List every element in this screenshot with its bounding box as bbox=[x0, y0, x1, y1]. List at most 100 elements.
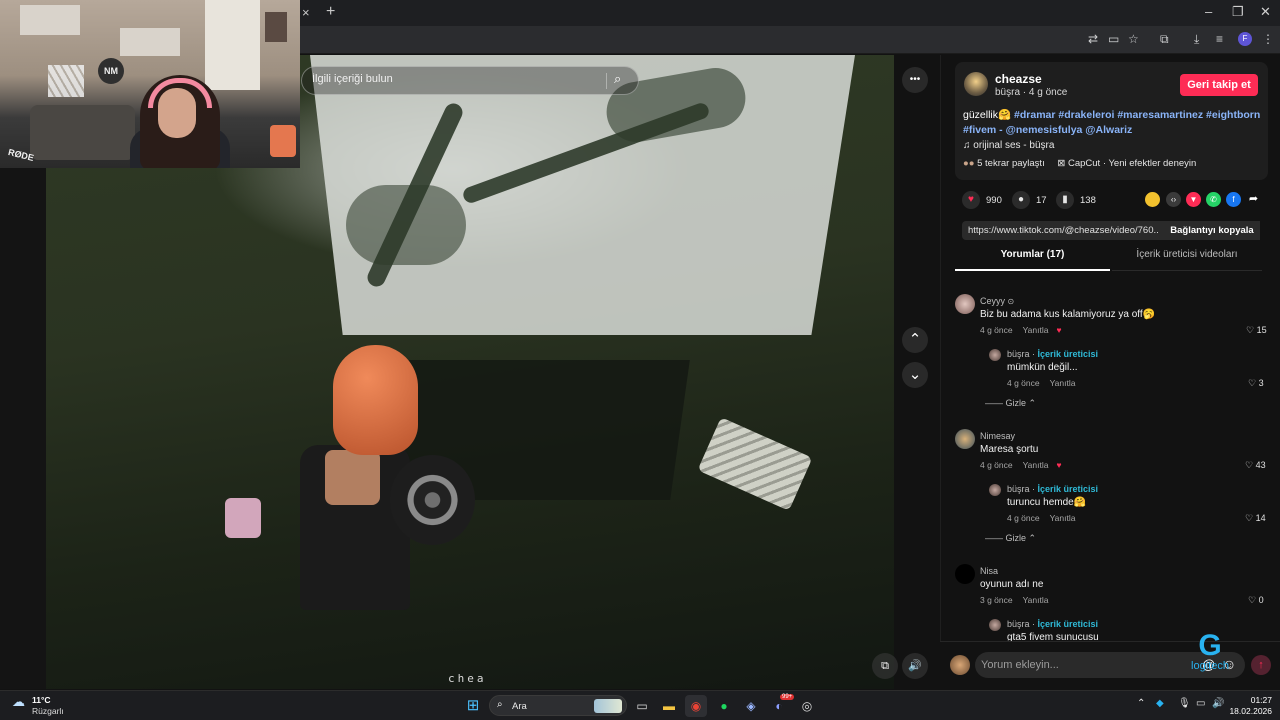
comment-username[interactable]: Ceyyy ⊙ bbox=[980, 296, 1014, 306]
clock-time[interactable]: 01:27 bbox=[1236, 695, 1272, 705]
copy-link-button[interactable]: Bağlantıyı kopyala bbox=[1164, 221, 1260, 240]
share-arrow-icon[interactable]: ➦ bbox=[1246, 192, 1261, 207]
star-icon[interactable]: ☆ bbox=[1128, 32, 1139, 46]
download-icon[interactable]: ⤓ bbox=[1194, 32, 1199, 47]
reposts-row: ●● 5 tekrar paylaştı ⊠ CapCut · Yeni efe… bbox=[963, 158, 1196, 169]
reply-button[interactable]: Yanıtla bbox=[1023, 460, 1049, 470]
search-icon[interactable]: ⌕ bbox=[614, 71, 621, 87]
comment-avatar[interactable] bbox=[955, 429, 975, 449]
comment-like[interactable]: ♡ 0 bbox=[1248, 595, 1264, 606]
comment-like[interactable]: ♡ 43 bbox=[1245, 460, 1266, 471]
heart-outline-icon[interactable]: ♡ bbox=[1246, 325, 1254, 335]
video-link-url[interactable]: https://www.tiktok.com/@cheazse/video/76… bbox=[968, 225, 1158, 236]
next-video-button[interactable]: ⌄ bbox=[902, 362, 928, 388]
hide-replies-button[interactable]: —— Gizle ⌃ bbox=[985, 533, 1036, 544]
clock-date[interactable]: 18.02.2026 bbox=[1226, 706, 1272, 716]
related-search-input[interactable] bbox=[312, 73, 602, 85]
tab-comments[interactable]: Yorumlar (17) bbox=[955, 249, 1110, 271]
music-label[interactable]: orijinal ses - büşra bbox=[973, 140, 1054, 151]
heart-outline-icon[interactable]: ♡ bbox=[1248, 595, 1256, 605]
reply-button[interactable]: Yanıtla bbox=[1023, 595, 1049, 605]
coin-share-icon[interactable] bbox=[1145, 192, 1160, 207]
cast-icon[interactable]: ▭ bbox=[1108, 32, 1119, 46]
comment-count: 17 bbox=[1036, 194, 1047, 206]
file-explorer-icon[interactable]: ▬ bbox=[658, 695, 680, 717]
save-count: 138 bbox=[1080, 194, 1096, 206]
maximize-button[interactable]: ❐ bbox=[1232, 4, 1244, 20]
video-scene-branch bbox=[346, 185, 466, 265]
repost-share-icon[interactable]: ▼ bbox=[1186, 192, 1201, 207]
video-scene-pot bbox=[390, 455, 475, 545]
start-button[interactable]: ⊞ bbox=[462, 695, 484, 717]
reply-username[interactable]: büşra · İçerik üreticisi bbox=[1007, 349, 1098, 359]
comment-username[interactable]: Nisa bbox=[980, 566, 998, 576]
author-avatar[interactable] bbox=[964, 72, 988, 96]
comment-like[interactable]: ♡ 15 bbox=[1246, 325, 1267, 336]
comment-avatar[interactable] bbox=[955, 564, 975, 584]
reply-button[interactable]: Yanıtla bbox=[1023, 325, 1049, 335]
spotify-icon[interactable]: ● bbox=[713, 695, 735, 717]
reposts-label[interactable]: 5 tekrar paylaştı bbox=[977, 158, 1045, 169]
tab-creator-videos[interactable]: İçerik üreticisi videoları bbox=[1112, 249, 1262, 271]
comment-icon[interactable]: ● bbox=[1012, 191, 1030, 209]
whatsapp-icon[interactable]: ✆ bbox=[1206, 192, 1221, 207]
like-stat[interactable]: ♥ 990 bbox=[962, 191, 1002, 209]
send-comment-button[interactable]: ↑ bbox=[1251, 655, 1271, 675]
volume-icon[interactable]: 🔊 bbox=[902, 653, 928, 679]
close-tab-icon[interactable]: × bbox=[302, 5, 310, 20]
browser-menu-icon[interactable]: ⋮ bbox=[1262, 32, 1274, 46]
microphone-icon[interactable]: 🎙 bbox=[1178, 698, 1191, 709]
weather-temp[interactable]: 11°C bbox=[32, 695, 51, 705]
tray-chevron-icon[interactable]: ⌃ bbox=[1137, 698, 1145, 709]
new-tab-button[interactable]: + bbox=[326, 3, 335, 21]
reply-username[interactable]: büşra · İçerik üreticisi bbox=[1007, 484, 1098, 494]
webcam-mug bbox=[270, 125, 296, 157]
app-icon[interactable]: ◈ bbox=[740, 695, 762, 717]
chrome-icon[interactable]: ◉ bbox=[685, 695, 707, 717]
heart-outline-icon[interactable]: ♡ bbox=[1248, 378, 1256, 388]
reply-username[interactable]: büşra · İçerik üreticisi bbox=[1007, 619, 1098, 629]
reply-avatar[interactable] bbox=[989, 349, 1001, 361]
reply-avatar[interactable] bbox=[989, 619, 1001, 631]
taskbar-search[interactable]: ⌕ Ara bbox=[489, 695, 627, 716]
volume-tray-icon[interactable]: 🔊 bbox=[1212, 698, 1224, 709]
profile-avatar[interactable]: F bbox=[1238, 32, 1252, 46]
heart-icon[interactable]: ♥ bbox=[962, 191, 980, 209]
heart-outline-icon[interactable]: ♡ bbox=[1245, 513, 1253, 523]
task-view-icon[interactable]: ▭ bbox=[631, 695, 653, 717]
weather-icon[interactable]: ☁ bbox=[12, 694, 25, 710]
translate-icon[interactable]: ⇄ bbox=[1088, 32, 1098, 46]
picture-in-picture-icon[interactable]: ⧉ bbox=[872, 653, 898, 679]
close-window-button[interactable]: ✕ bbox=[1260, 4, 1271, 20]
save-stat[interactable]: ▮ 138 bbox=[1056, 191, 1096, 209]
media-icon[interactable]: ≡ bbox=[1216, 32, 1223, 46]
weather-condition[interactable]: Rüzgarlı bbox=[32, 706, 64, 716]
reply-button[interactable]: Yanıtla bbox=[1050, 378, 1076, 388]
heart-outline-icon[interactable]: ♡ bbox=[1245, 460, 1253, 470]
facebook-icon[interactable]: f bbox=[1226, 192, 1241, 207]
minimize-button[interactable]: – bbox=[1205, 4, 1212, 19]
hide-replies-button[interactable]: —— Gizle ⌃ bbox=[985, 398, 1036, 409]
extensions-icon[interactable]: ⧉ bbox=[1160, 32, 1169, 47]
bookmark-icon[interactable]: ▮ bbox=[1056, 191, 1074, 209]
comment-stat[interactable]: ● 17 bbox=[1012, 191, 1047, 209]
comment-avatar[interactable] bbox=[955, 294, 975, 314]
music-row[interactable]: ♫ orijinal ses - büşra bbox=[963, 140, 1054, 151]
reply-like[interactable]: ♡ 14 bbox=[1245, 513, 1266, 524]
capcut-label[interactable]: CapCut · Yeni efektler deneyin bbox=[1068, 158, 1196, 169]
logitech-tray-icon[interactable]: ◆ bbox=[1156, 698, 1164, 709]
reply-text: turuncu hemde🤗 bbox=[1007, 497, 1087, 508]
author-username[interactable]: cheazse bbox=[995, 72, 1042, 86]
reply-avatar[interactable] bbox=[989, 484, 1001, 496]
search-divider bbox=[606, 73, 607, 89]
previous-video-button[interactable]: ⌃ bbox=[902, 327, 928, 353]
reply-meta: 4 g önce Yanıtla bbox=[1007, 378, 1076, 388]
more-options-button[interactable]: ••• bbox=[902, 67, 928, 93]
reply-button[interactable]: Yanıtla bbox=[1050, 513, 1076, 523]
comment-username[interactable]: Nimesay bbox=[980, 431, 1015, 441]
follow-back-button[interactable]: Geri takip et bbox=[1180, 74, 1258, 96]
network-icon[interactable]: ▭ bbox=[1196, 698, 1205, 709]
steam-icon[interactable]: ◎ bbox=[796, 695, 818, 717]
reply-like[interactable]: ♡ 3 bbox=[1248, 378, 1264, 389]
embed-icon[interactable]: ‹› bbox=[1166, 192, 1181, 207]
